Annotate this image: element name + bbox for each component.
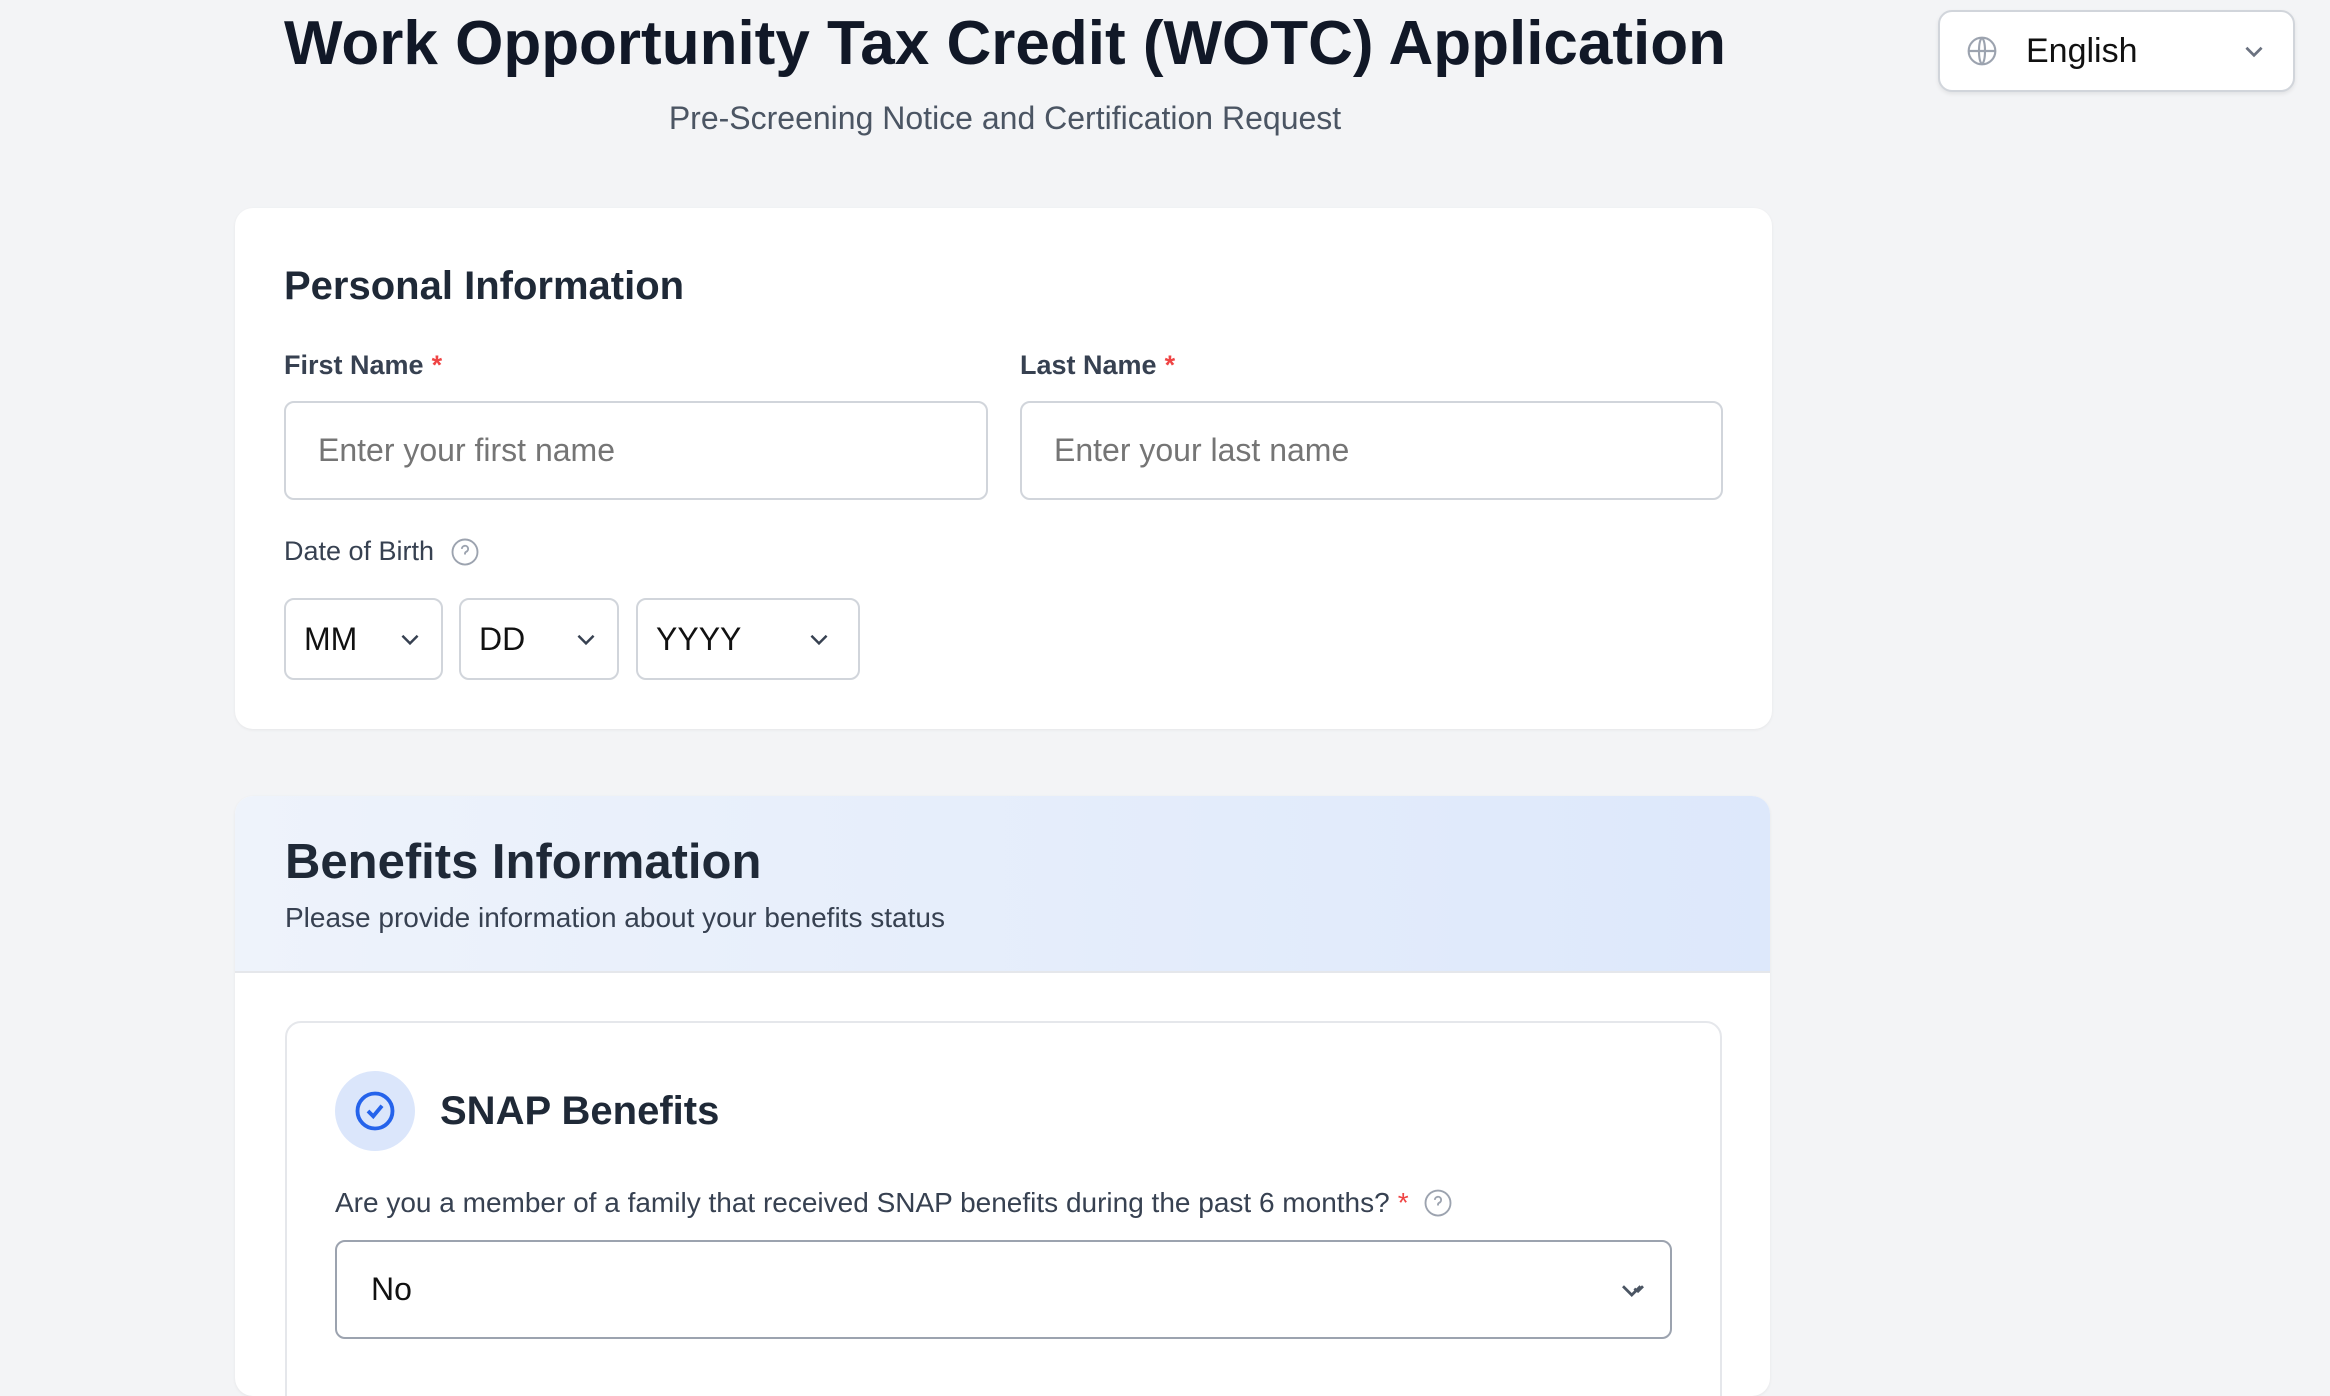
dob-label: Date of Birth bbox=[284, 536, 480, 567]
personal-information-card: Personal Information First Name * Last Na… bbox=[235, 208, 1772, 729]
label-text: Last Name bbox=[1020, 350, 1157, 380]
required-marker: * bbox=[1397, 1187, 1409, 1218]
language-select[interactable]: English bbox=[1938, 10, 2295, 92]
dob-month-select[interactable]: MM bbox=[284, 598, 443, 680]
help-icon[interactable] bbox=[450, 537, 480, 567]
page-subtitle: Pre-Screening Notice and Certification R… bbox=[668, 100, 1342, 136]
select-value: No bbox=[371, 1271, 412, 1307]
snap-title: SNAP Benefits bbox=[440, 1089, 720, 1133]
last-name-label: Last Name * bbox=[1020, 350, 1175, 381]
question-text: Are you a member of a family that receiv… bbox=[335, 1187, 1390, 1218]
snap-benefits-card: SNAP Benefits Are you a member of a fami… bbox=[285, 1021, 1722, 1396]
snap-answer-select[interactable]: No bbox=[335, 1240, 1672, 1339]
required-marker: * bbox=[1164, 350, 1176, 380]
dob-year-select[interactable]: YYYY bbox=[636, 598, 860, 680]
label-text: Date of Birth bbox=[284, 536, 435, 566]
check-circle-icon bbox=[335, 1071, 415, 1151]
first-name-input[interactable] bbox=[284, 401, 988, 500]
chevron-down-icon bbox=[577, 634, 595, 646]
select-value: YYYY bbox=[656, 620, 742, 657]
select-value: DD bbox=[479, 620, 526, 657]
chevron-down-icon bbox=[1622, 1284, 1644, 1297]
benefits-header: Benefits Information Please provide info… bbox=[235, 796, 1770, 973]
help-icon[interactable] bbox=[1423, 1188, 1453, 1218]
language-value: English bbox=[2026, 31, 2138, 70]
section-title: Personal Information bbox=[284, 264, 685, 308]
chevron-down-icon bbox=[401, 634, 419, 646]
chevron-down-icon bbox=[2245, 46, 2263, 58]
snap-question-label: Are you a member of a family that receiv… bbox=[335, 1187, 1453, 1219]
dob-day-select[interactable]: DD bbox=[459, 598, 619, 680]
first-name-label: First Name * bbox=[284, 350, 442, 381]
section-subtitle: Please provide information about your be… bbox=[285, 902, 945, 933]
required-marker: * bbox=[431, 350, 443, 380]
benefits-information-card: Benefits Information Please provide info… bbox=[235, 796, 1770, 1396]
page-title: Work Opportunity Tax Credit (WOTC) Appli… bbox=[283, 9, 1726, 78]
last-name-input[interactable] bbox=[1020, 401, 1723, 500]
select-value: MM bbox=[304, 620, 358, 657]
section-title: Benefits Information bbox=[285, 835, 762, 889]
chevron-down-icon bbox=[810, 634, 828, 646]
label-text: First Name bbox=[284, 350, 424, 380]
globe-icon bbox=[1967, 36, 1997, 66]
